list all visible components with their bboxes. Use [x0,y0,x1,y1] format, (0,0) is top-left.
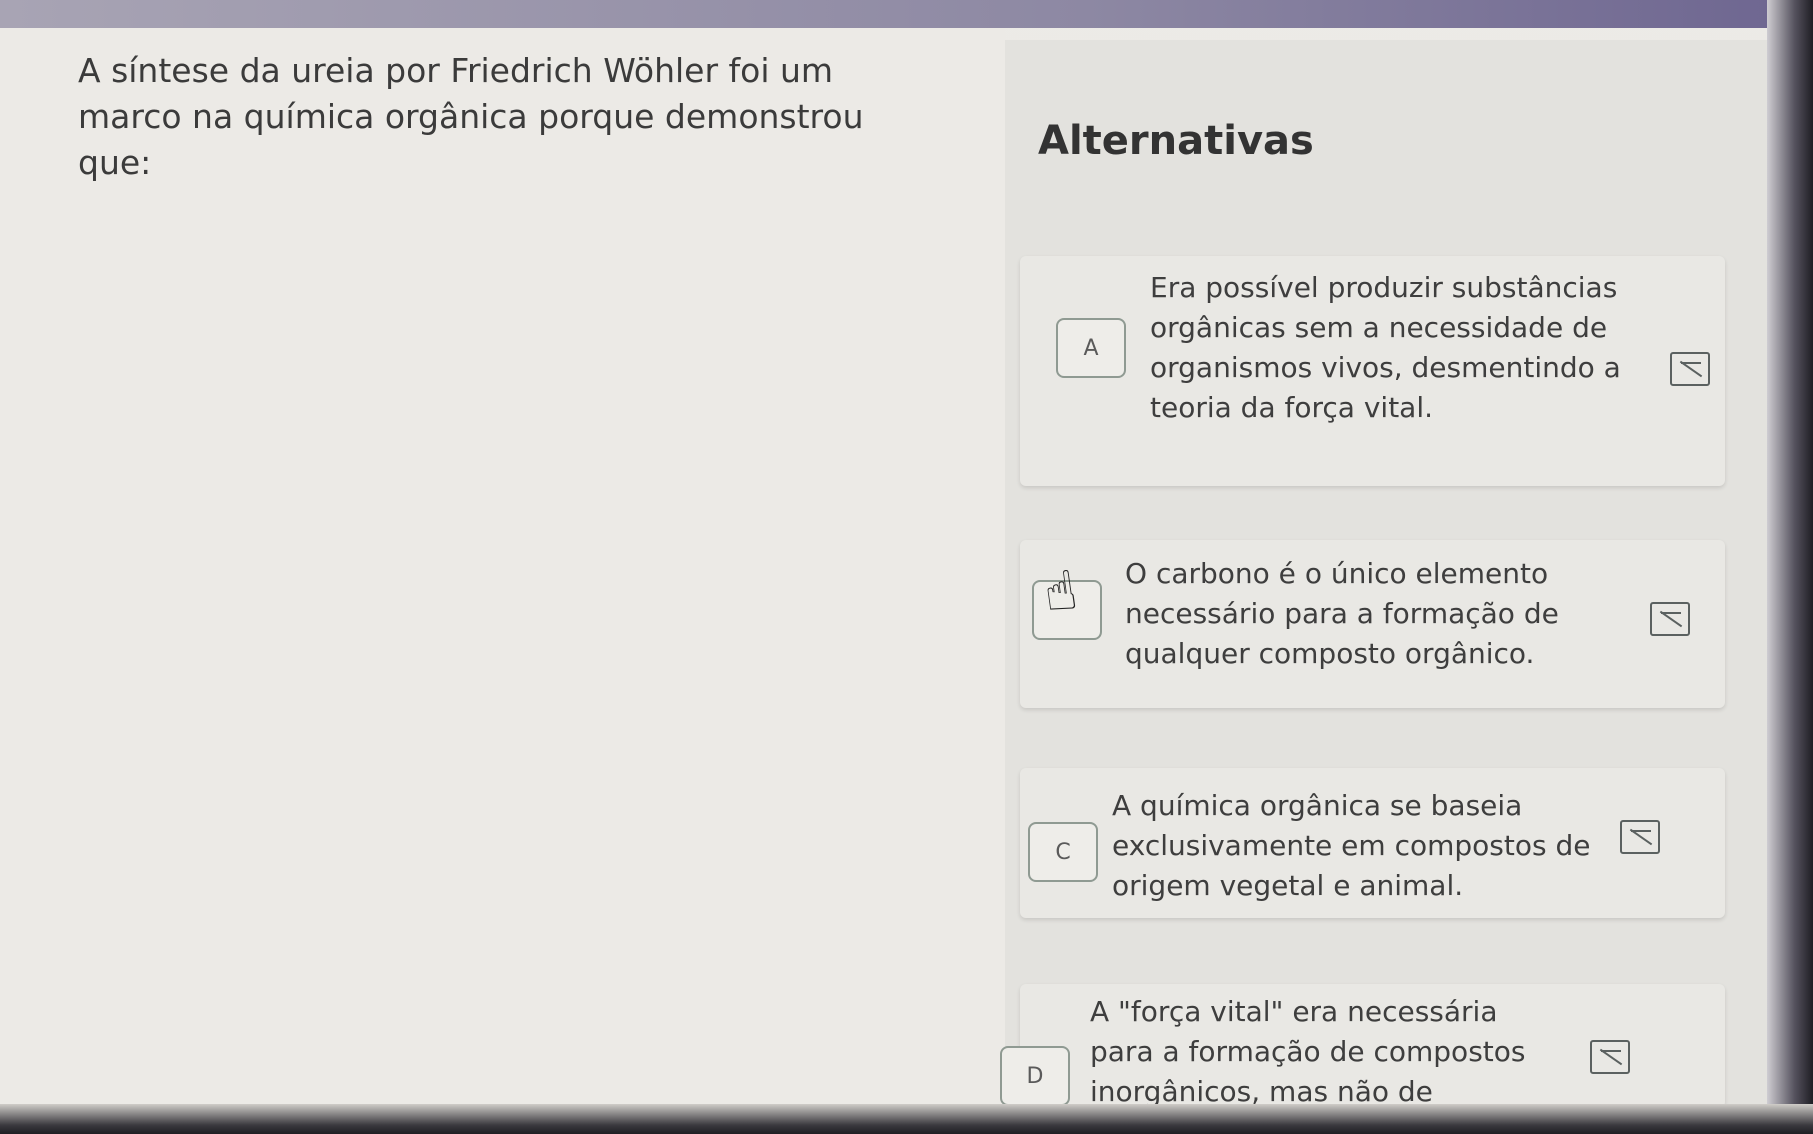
screen-bezel-right [1767,0,1813,1134]
option-c[interactable]: C A química orgânica se baseia exclusiva… [1020,768,1725,918]
option-b[interactable]: B O carbono é o único elemento necessári… [1020,540,1725,708]
eliminate-icon[interactable] [1670,352,1710,386]
option-d-letter[interactable]: D [1000,1046,1070,1106]
question-text: A síntese da ureia por Friedrich Wöhler … [78,51,864,182]
screen-bezel-bottom [0,1104,1813,1134]
option-a[interactable]: A Era possível produzir substâncias orgâ… [1020,256,1725,486]
option-c-text: A química orgânica se baseia exclusivame… [1112,789,1591,902]
option-a-text: Era possível produzir substâncias orgâni… [1150,271,1621,424]
alternatives-title: Alternativas [1038,118,1314,164]
window-top-bar [0,0,1813,28]
option-d[interactable]: D A "força vital" era necessária para a … [1000,984,1725,1134]
option-b-text: O carbono é o único elemento necessário … [1125,557,1559,670]
eliminate-icon[interactable] [1650,602,1690,636]
screen: A síntese da ureia por Friedrich Wöhler … [0,0,1813,1134]
eliminate-icon[interactable] [1620,820,1660,854]
option-a-letter[interactable]: A [1056,318,1126,378]
question-panel: A síntese da ureia por Friedrich Wöhler … [0,28,1005,1108]
eliminate-icon[interactable] [1590,1040,1630,1074]
option-c-letter[interactable]: C [1028,822,1098,882]
